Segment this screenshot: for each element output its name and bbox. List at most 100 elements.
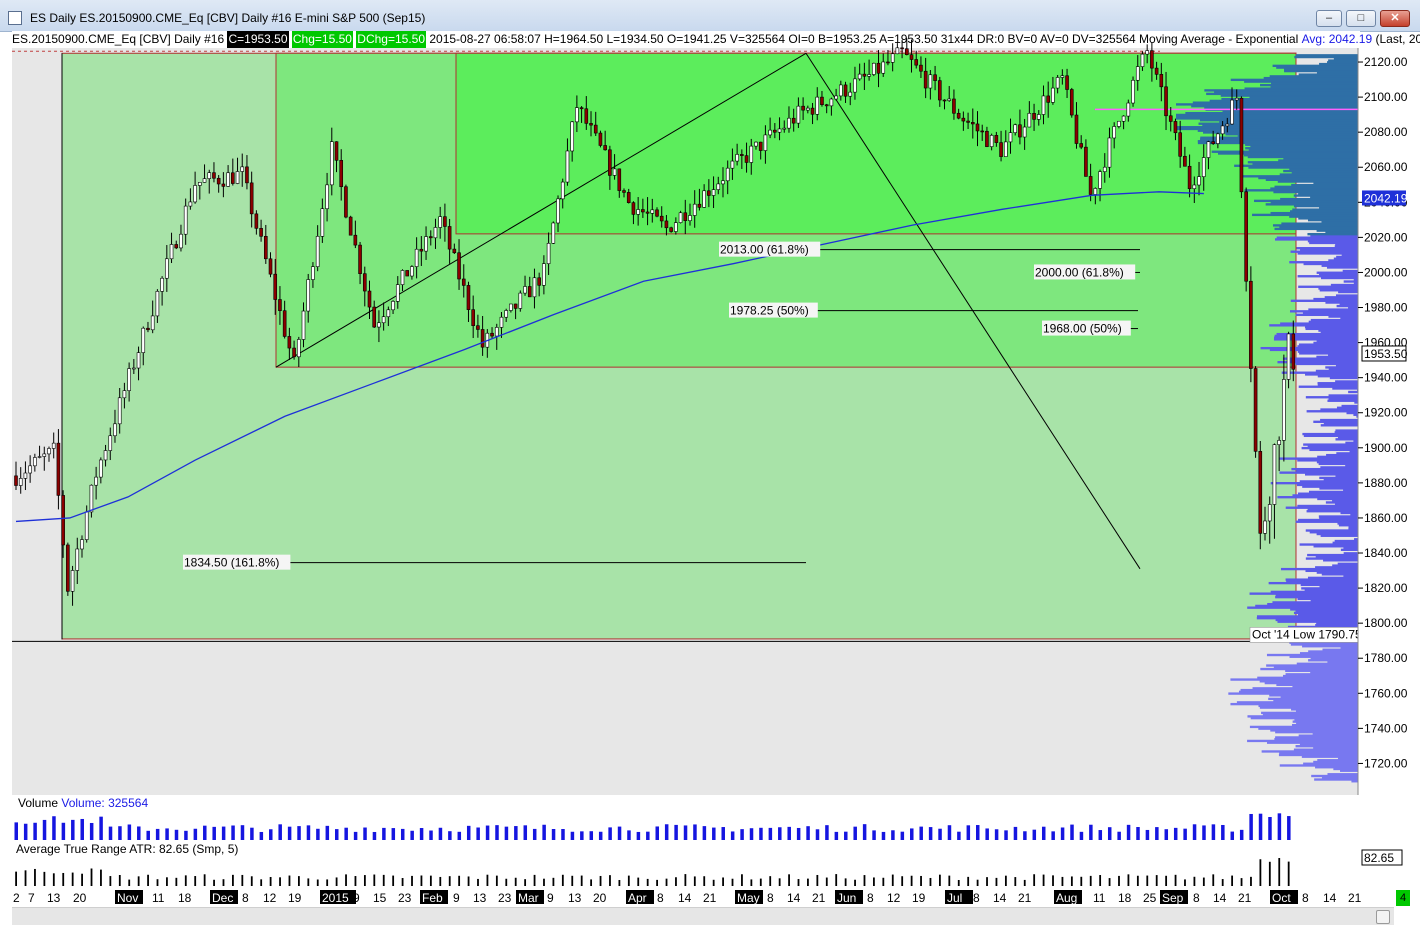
candle-body xyxy=(744,155,749,163)
candle-body xyxy=(221,183,226,187)
volume-bar xyxy=(1126,824,1131,840)
candle-body xyxy=(542,263,546,286)
candle-body xyxy=(645,211,650,214)
candle-body xyxy=(518,292,523,309)
atr-bar xyxy=(731,878,734,886)
volume-bar xyxy=(33,822,37,840)
candle-body xyxy=(556,198,560,224)
volume-bar xyxy=(1211,824,1216,840)
candle-body xyxy=(1079,143,1083,148)
candle-body xyxy=(1060,75,1065,78)
candle-body xyxy=(1036,114,1041,120)
candle-body xyxy=(381,316,386,324)
candle-body xyxy=(1003,141,1008,157)
scroll-thumb[interactable] xyxy=(1376,910,1390,924)
atr-bar xyxy=(279,877,281,886)
candle-body xyxy=(99,459,103,478)
atr-bar xyxy=(957,879,960,886)
candle-body xyxy=(867,74,871,77)
candle-body xyxy=(70,570,75,592)
volume-bar xyxy=(1249,813,1253,840)
volume-bar xyxy=(938,828,942,840)
candle-body xyxy=(1159,74,1164,88)
atr-bar xyxy=(920,875,922,886)
candle-body xyxy=(881,61,886,74)
time-tick-label: 8 xyxy=(242,891,249,905)
atr-bar xyxy=(100,869,102,886)
atr-bar xyxy=(778,878,781,886)
time-tick-label: 15 xyxy=(373,891,387,905)
candle-body xyxy=(966,120,970,123)
atr-bar xyxy=(203,874,206,886)
time-tick-label: 8 xyxy=(767,891,774,905)
price-tick-label: 2060.00 xyxy=(1364,160,1408,174)
volume-bar xyxy=(608,827,612,840)
candle-body xyxy=(428,236,433,239)
volume-bar xyxy=(598,831,603,840)
volume-bar xyxy=(1098,830,1103,840)
volume-bar xyxy=(250,827,254,840)
candle-body xyxy=(1121,115,1126,122)
time-tick-label: 11 xyxy=(152,891,165,905)
candle-body xyxy=(1102,166,1107,172)
candle-body xyxy=(226,172,230,187)
candle-body xyxy=(641,209,645,213)
atr-bar xyxy=(458,875,461,886)
atr-bar xyxy=(184,875,187,886)
time-tick-label: 13 xyxy=(473,891,487,905)
candle-body xyxy=(570,121,574,152)
candle-body xyxy=(480,329,485,348)
price-chart[interactable]: 2013.00 (61.8%) 2000.00 (61.8%) 1978.25 (5… xyxy=(0,0,1420,934)
candle-body xyxy=(315,236,320,267)
time-tick-label: Oct xyxy=(1272,891,1291,905)
atr-bar xyxy=(910,875,913,886)
candle-body xyxy=(320,208,325,237)
candle-body xyxy=(1164,86,1168,117)
atr-bar xyxy=(335,877,338,886)
volume-bar xyxy=(580,831,584,840)
candle-body xyxy=(980,130,985,133)
time-tick-label: 9 xyxy=(353,891,360,905)
candle-body xyxy=(843,84,848,97)
candle-body xyxy=(362,273,367,292)
price-tick-label: 1840.00 xyxy=(1364,546,1408,560)
volume-bar xyxy=(532,828,537,840)
volume-bar xyxy=(80,818,84,840)
volume-bar xyxy=(721,827,725,840)
candle-body xyxy=(1216,133,1220,144)
atr-bar xyxy=(1004,875,1007,886)
volume-bar xyxy=(448,831,452,840)
atr-bar xyxy=(156,879,159,886)
candle-body xyxy=(1107,137,1112,168)
candle-body xyxy=(895,47,900,55)
candle-body xyxy=(584,108,589,124)
candle-body xyxy=(1135,66,1140,81)
candle-body xyxy=(160,277,164,292)
atr-bar xyxy=(722,877,724,886)
atr-bar xyxy=(1212,874,1215,886)
volume-bar xyxy=(1164,829,1169,840)
candle-body xyxy=(527,286,532,298)
horizontal-scrollbar[interactable] xyxy=(12,907,1394,925)
volume-bar xyxy=(778,827,782,840)
candle-body xyxy=(466,285,471,310)
volume-bar xyxy=(966,825,971,840)
candle-body xyxy=(678,212,683,223)
volume-bar xyxy=(476,827,480,840)
volume-bar xyxy=(419,828,424,840)
candle-body xyxy=(947,98,952,101)
candle-body xyxy=(1093,188,1098,195)
candle-body xyxy=(23,472,28,479)
candle-body xyxy=(754,141,758,147)
atr-bar xyxy=(1089,875,1092,886)
candle-body xyxy=(1074,114,1079,144)
time-tick-label: 21 xyxy=(812,891,826,905)
candle-body xyxy=(419,248,424,252)
time-tick-label: 7 xyxy=(28,891,35,905)
atr-bar xyxy=(948,875,951,886)
candle-body xyxy=(829,98,834,107)
time-tick-label: 14 xyxy=(787,891,801,905)
zone-inner xyxy=(455,52,1297,235)
candle-body xyxy=(212,172,216,179)
candle-body xyxy=(193,185,197,203)
